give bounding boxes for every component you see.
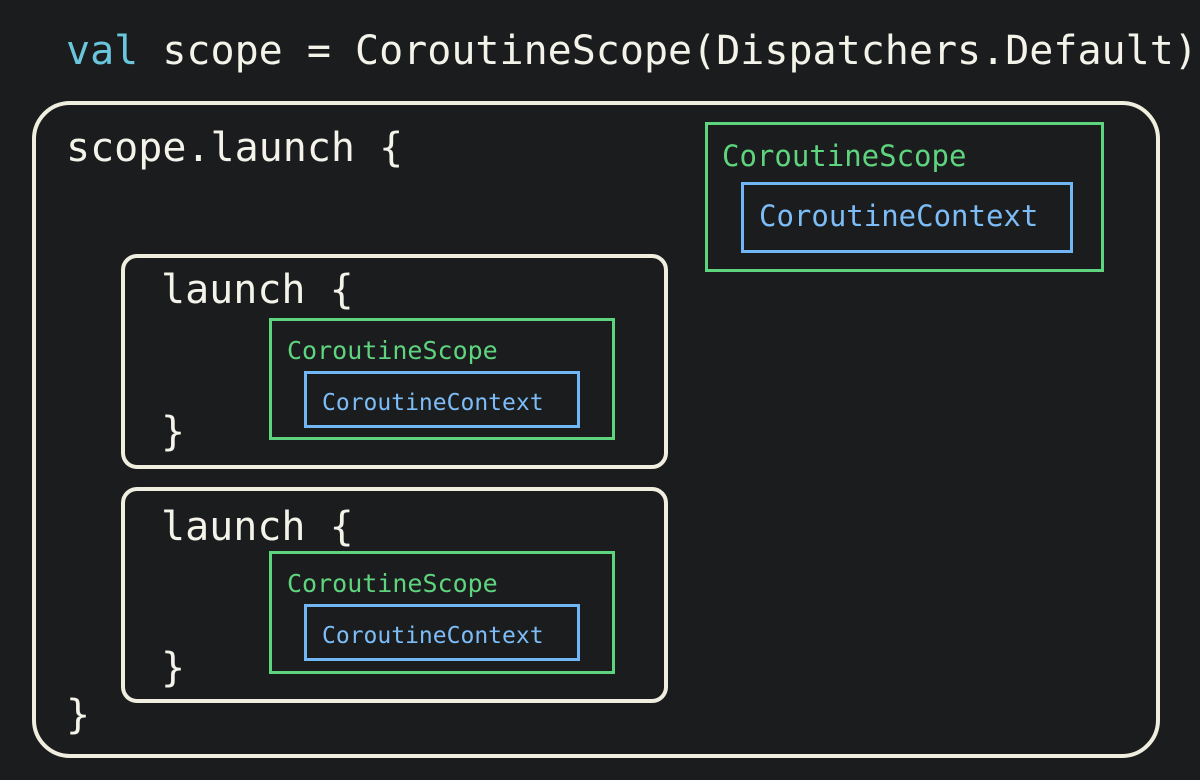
scope-declaration-text: scope = CoroutineScope(Dispatchers.Defau… — [138, 28, 1198, 74]
scope-declaration-line: val scope = CoroutineScope(Dispatchers.D… — [66, 31, 1198, 71]
diagram-canvas: val scope = CoroutineScope(Dispatchers.D… — [0, 0, 1200, 780]
child-1-coroutine-context-label: CoroutineContext — [322, 390, 544, 416]
outer-coroutine-context-label: CoroutineContext — [759, 199, 1039, 233]
child-2-coroutine-scope-label: CoroutineScope — [287, 569, 498, 598]
outer-launch-close: } — [66, 692, 91, 738]
outer-launch-open: scope.launch { — [66, 125, 404, 171]
child-launch-2-open: launch { — [161, 504, 354, 550]
val-keyword: val — [66, 28, 139, 74]
child-launch-1-open: launch { — [161, 267, 354, 313]
child-launch-2-close: } — [161, 645, 186, 691]
outer-coroutine-scope-label: CoroutineScope — [722, 139, 967, 173]
child-1-coroutine-scope-label: CoroutineScope — [287, 336, 498, 365]
child-launch-1-close: } — [161, 409, 186, 455]
child-2-coroutine-context-label: CoroutineContext — [322, 623, 544, 649]
